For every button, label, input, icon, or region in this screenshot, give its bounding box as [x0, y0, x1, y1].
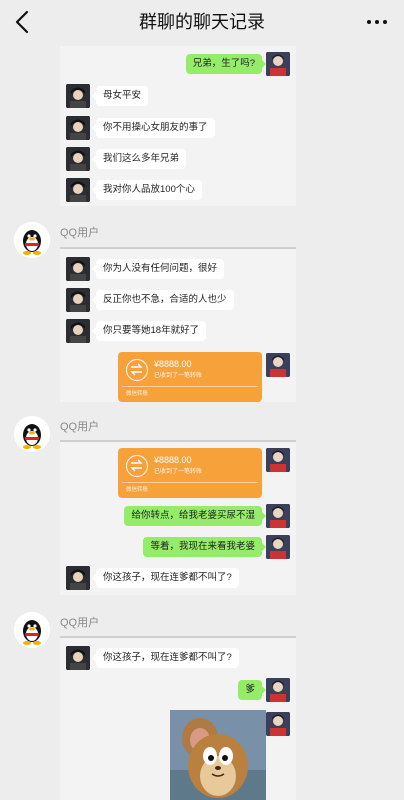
received-bubble: 母女平安	[91, 86, 149, 106]
avatar	[66, 646, 90, 670]
avatar	[266, 504, 290, 528]
transfer-card[interactable]: ¥8888.00 已收到了一笔转账 微信转账	[118, 352, 262, 402]
avatar	[66, 147, 90, 171]
penguin-icon	[14, 416, 50, 452]
transfer-arrows-icon	[126, 359, 148, 381]
penguin-icon	[14, 222, 50, 258]
qq-penguin-avatar[interactable]	[14, 416, 50, 452]
transfer-card[interactable]: ¥8888.00 已收到了一笔转账 微信转账	[118, 448, 262, 498]
chat-screenshot-3[interactable]: ¥8888.00 已收到了一笔转账 微信转账 给你转点，给我老婆买尿不湿 等着，…	[60, 440, 296, 595]
page-title: 群聊的聊天记录	[139, 12, 265, 32]
chat-screenshot-2[interactable]: 你为人没有任何问题，很好 反正你也不急，合适的人也少 你只要等她18年就好了 ¥…	[60, 247, 296, 402]
top-bar: 群聊的聊天记录	[0, 0, 404, 44]
transfer-status: 已收到了一笔转账	[154, 373, 203, 379]
transfer-footer: 微信转账	[126, 487, 149, 493]
chat-screenshot-4[interactable]: 你这孩子，现在连爹都不叫了? 爹	[60, 636, 296, 800]
transfer-footer: 微信转账	[126, 391, 149, 397]
more-button[interactable]	[364, 8, 390, 36]
avatar	[266, 535, 290, 559]
chat-screenshot-1[interactable]: 兄弟，生了吗? 母女平安 你不用操心女朋友的事了 我们这么多年兄弟 我对你人品放…	[60, 46, 296, 206]
avatar	[266, 712, 290, 736]
sent-bubble: 给你转点，给我老婆买尿不湿	[124, 506, 266, 526]
sent-bubble: 等着，我现在来看我老婆	[143, 537, 266, 557]
sender-name: QQ用户	[60, 227, 100, 239]
received-bubble: 你为人没有任何问题，很好	[91, 259, 225, 279]
avatar	[66, 257, 90, 281]
received-bubble: 你这孩子，现在连爹都不叫了?	[92, 648, 239, 668]
avatar	[266, 52, 290, 76]
jerry-mouse-image[interactable]	[170, 710, 266, 800]
received-bubble: 反正你也不急，合适的人也少	[92, 290, 234, 310]
transfer-status: 已收到了一笔转账	[154, 469, 203, 475]
avatar	[266, 353, 290, 377]
avatar	[266, 678, 290, 702]
avatar	[66, 319, 90, 343]
received-bubble: 你不用操心女朋友的事了	[92, 118, 215, 138]
qq-penguin-avatar[interactable]	[14, 222, 50, 258]
sender-name: QQ用户	[60, 421, 100, 433]
sender-name: QQ用户	[60, 617, 100, 629]
avatar	[266, 448, 290, 472]
avatar	[66, 288, 90, 312]
avatar	[66, 178, 90, 202]
penguin-icon	[14, 612, 50, 648]
transfer-amount: ¥8888.00	[154, 359, 192, 369]
received-bubble: 你这孩子，现在连爹都不叫了?	[92, 568, 239, 588]
transfer-amount: ¥8888.00	[154, 455, 192, 465]
avatar	[66, 84, 90, 108]
avatar	[66, 566, 90, 590]
qq-penguin-avatar[interactable]	[14, 612, 50, 648]
transfer-arrows-icon	[126, 455, 148, 477]
avatar	[66, 116, 90, 140]
sent-bubble: 兄弟，生了吗?	[185, 54, 267, 74]
received-bubble: 我对你人品放100个心	[92, 180, 202, 200]
sent-bubble: 爹	[238, 680, 266, 700]
more-dots-icon	[367, 20, 387, 24]
received-bubble: 我们这么多年兄弟	[91, 149, 187, 169]
received-bubble: 你只要等她18年就好了	[91, 321, 207, 341]
